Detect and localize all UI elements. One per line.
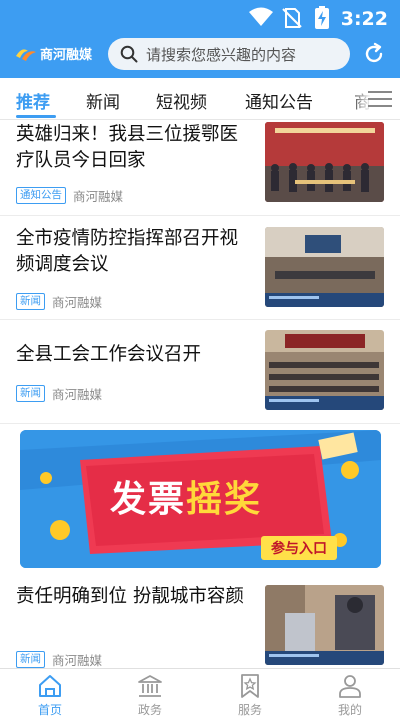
tab-news[interactable]: 新闻	[86, 88, 120, 113]
news-title: 英雄归来！我县三位援鄂医疗队员今日回家	[16, 124, 239, 171]
news-feed: 英雄归来！我县三位援鄂医疗队员今日回家 通知公告 商河融媒 全市疫情防控指挥部召…	[0, 120, 400, 668]
bottom-navigation: 首页 政务 服务 我的	[0, 668, 400, 720]
tab-recommend[interactable]: 推荐	[16, 88, 50, 113]
news-item[interactable]: 全市疫情防控指挥部召开视频调度会议 新闻 商河融媒	[0, 216, 400, 320]
news-title: 责任明确到位 扮靓城市容颜	[16, 586, 244, 607]
nav-mine[interactable]: 我的	[300, 673, 400, 718]
news-source: 商河融媒	[52, 295, 103, 310]
banner-join-button[interactable]: 参与入口	[261, 536, 337, 560]
search-placeholder: 请搜索您感兴趣的内容	[146, 45, 297, 64]
news-meta: 新闻 商河融媒	[16, 650, 102, 668]
news-thumbnail	[265, 122, 384, 202]
banner-title: 发票摇奖	[110, 479, 263, 520]
home-icon	[39, 675, 61, 697]
search-box[interactable]: 请搜索您感兴趣的内容	[108, 38, 350, 70]
nav-government[interactable]: 政务	[100, 673, 200, 718]
tab-notice[interactable]: 通知公告	[245, 88, 313, 113]
news-meta: 通知公告 商河融媒	[16, 186, 123, 205]
news-item[interactable]: 责任明确到位 扮靓城市容颜 新闻 商河融媒	[0, 574, 400, 668]
logo-text: 商河融媒	[40, 47, 93, 63]
nav-home[interactable]: 首页	[0, 673, 100, 718]
news-source: 商河融媒	[73, 189, 124, 204]
battery-charging-icon	[315, 6, 329, 29]
status-time: 3:22	[340, 8, 388, 30]
news-meta: 新闻 商河融媒	[16, 384, 102, 403]
news-title: 全市疫情防控指挥部召开视频调度会议	[16, 228, 239, 275]
news-thumbnail	[265, 585, 384, 665]
news-thumbnail	[265, 330, 384, 410]
nav-services[interactable]: 服务	[200, 673, 300, 718]
category-tabs: 推荐 新闻 短视频 通知公告 商	[0, 78, 400, 120]
news-badge: 新闻	[16, 385, 45, 402]
logo-icon	[16, 49, 36, 61]
top-bar: 3:22 商河融媒 请搜索您感兴趣的内容	[0, 0, 400, 78]
app-header: 商河融媒 请搜索您感兴趣的内容	[0, 36, 400, 76]
news-item[interactable]: 英雄归来！我县三位援鄂医疗队员今日回家 通知公告 商河融媒	[0, 120, 400, 216]
news-source: 商河融媒	[52, 653, 103, 668]
news-badge: 新闻	[16, 651, 45, 668]
no-sim-icon	[282, 8, 302, 28]
lottery-banner[interactable]: 发票摇奖 参与入口	[20, 430, 381, 568]
active-tab-indicator	[16, 115, 56, 118]
news-badge: 新闻	[16, 293, 45, 310]
search-icon	[120, 45, 138, 63]
menu-icon[interactable]	[368, 90, 392, 108]
news-item[interactable]: 全县工会工作会议召开 新闻 商河融媒	[0, 320, 400, 424]
government-icon	[138, 675, 162, 697]
user-icon	[339, 675, 361, 698]
wifi-icon	[249, 7, 273, 26]
news-meta: 新闻 商河融媒	[16, 292, 102, 311]
bookmark-star-icon	[241, 674, 259, 698]
tab-short-video[interactable]: 短视频	[156, 88, 207, 113]
refresh-icon[interactable]	[362, 42, 386, 66]
news-thumbnail	[265, 227, 384, 307]
status-bar: 3:22	[0, 0, 400, 36]
news-title: 全县工会工作会议召开	[16, 344, 202, 365]
news-badge: 通知公告	[16, 187, 66, 204]
app-logo[interactable]: 商河融媒	[14, 43, 92, 63]
news-source: 商河融媒	[52, 387, 103, 402]
